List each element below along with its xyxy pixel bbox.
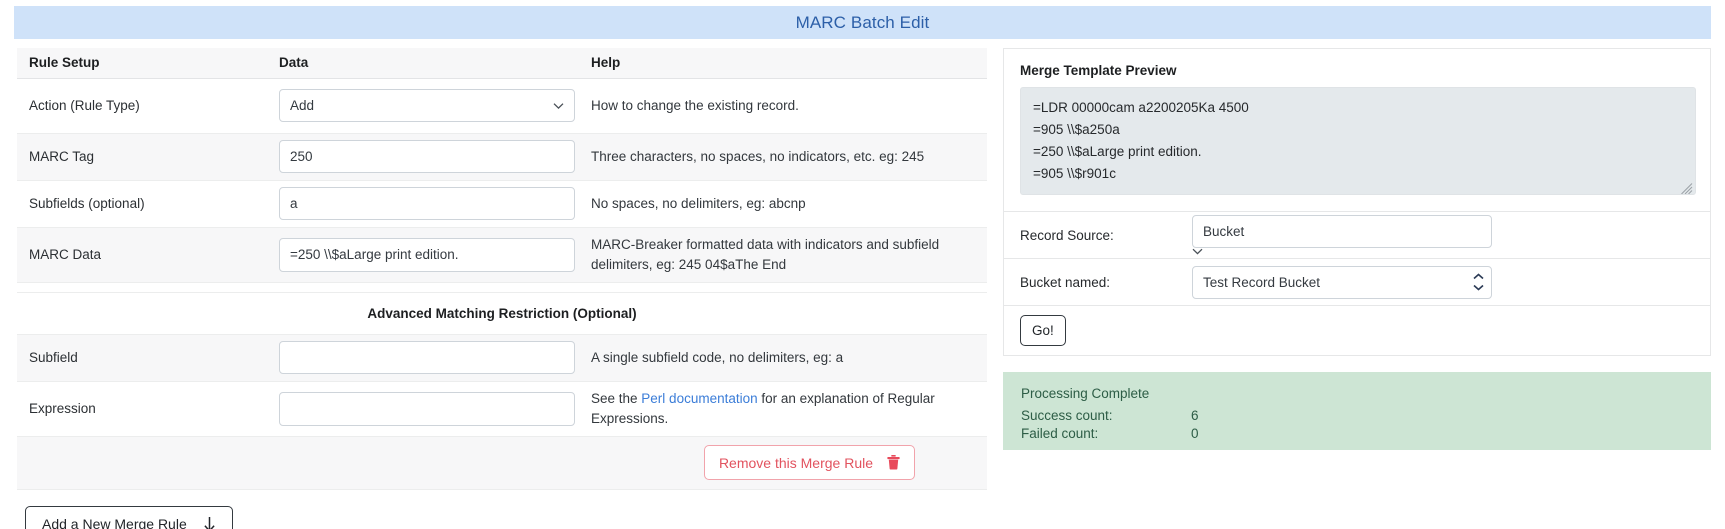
row-control-adv-expression xyxy=(267,381,587,436)
status-heading: Processing Complete xyxy=(1021,386,1150,401)
arrow-down-icon xyxy=(203,516,216,529)
bucket-named-input[interactable] xyxy=(1192,265,1492,299)
chevron-down-icon xyxy=(1473,284,1484,291)
merge-template-preview-box: Merge Template Preview =LDR 00000cam a22… xyxy=(1003,48,1711,212)
table-header: Rule Setup Data Help xyxy=(17,48,987,79)
spinner-arrows[interactable] xyxy=(1473,273,1484,291)
remove-merge-rule-button[interactable]: Remove this Merge Rule xyxy=(703,445,915,480)
table-row-adv-subfield: Subfield A single subfield code, no deli… xyxy=(17,334,987,381)
advanced-section-heading: Advanced Matching Restriction (Optional) xyxy=(367,305,637,321)
page-title: MARC Batch Edit xyxy=(795,12,930,32)
expression-help-prefix: See the xyxy=(591,391,642,407)
failed-count-label: Failed count: xyxy=(1021,426,1099,442)
row-label-subfields: Subfields (optional) xyxy=(29,196,145,211)
record-source-select[interactable]: Bucket xyxy=(1192,215,1492,248)
row-control-adv-subfield xyxy=(267,334,587,381)
column-header-rule-setup: Rule Setup xyxy=(17,48,267,79)
record-source-control: Bucket xyxy=(1192,215,1492,255)
remove-merge-rule-label: Remove this Merge Rule xyxy=(718,454,873,471)
merge-rule-table: Rule Setup Data Help Action (Rule Type) … xyxy=(17,48,987,490)
trash-icon xyxy=(887,455,900,470)
row-control-marc-data xyxy=(267,227,587,282)
row-label-adv-expression: Expression xyxy=(29,401,96,416)
table-row-subfields: Subfields (optional) No spaces, no delim… xyxy=(17,180,987,227)
bucket-named-row: Bucket named: xyxy=(1003,259,1711,306)
action-rule-type-select[interactable]: Add xyxy=(279,89,575,122)
add-rule-container: Add a New Merge Rule xyxy=(25,505,987,529)
status-failed-row: Failed count: 0 xyxy=(1021,425,1711,444)
processing-status-box: Processing Complete Success count: 6 Fai… xyxy=(1003,372,1711,450)
row-control-action: Add xyxy=(267,78,587,133)
merge-template-preview-text[interactable]: =LDR 00000cam a2200205Ka 4500 =905 \\$a2… xyxy=(1020,87,1696,195)
row-help-action: How to change the existing record. xyxy=(591,97,799,113)
table-row-action: Action (Rule Type) Add How to change the… xyxy=(17,78,987,133)
preview-panel: Merge Template Preview =LDR 00000cam a22… xyxy=(1003,48,1711,450)
preview-line-3: =250 \\$aLarge print edition. xyxy=(1033,144,1202,159)
marc-batch-edit-page: MARC Batch Edit Rule Setup Data Help Act… xyxy=(0,0,1725,529)
table-row-marc-tag: MARC Tag Three characters, no spaces, no… xyxy=(17,133,987,180)
row-label-adv-subfield: Subfield xyxy=(29,350,78,365)
go-button-row: Go! xyxy=(1003,306,1711,356)
success-count-value: 6 xyxy=(1191,407,1199,423)
subfields-input[interactable] xyxy=(279,187,575,220)
go-button[interactable]: Go! xyxy=(1020,315,1066,346)
advanced-subfield-input[interactable] xyxy=(279,341,575,374)
section-spacer xyxy=(17,282,987,293)
column-header-help: Help xyxy=(587,48,987,79)
merge-rule-panel: Rule Setup Data Help Action (Rule Type) … xyxy=(17,48,987,529)
marc-data-input[interactable] xyxy=(279,237,575,272)
remove-rule-cell: Remove this Merge Rule xyxy=(17,436,987,489)
marc-tag-input[interactable] xyxy=(279,140,575,173)
failed-count-value: 0 xyxy=(1191,426,1199,442)
preview-line-1: =LDR 00000cam a2200205Ka 4500 xyxy=(1033,100,1249,115)
row-help-marc-tag: Three characters, no spaces, no indicato… xyxy=(591,148,925,164)
row-label-marc-data: MARC Data xyxy=(29,247,102,262)
table-row-remove-rule: Remove this Merge Rule xyxy=(17,436,987,489)
chevron-down-icon xyxy=(1192,248,1492,255)
row-help-subfields: No spaces, no delimiters, eg: abcnp xyxy=(591,195,806,211)
advanced-expression-input[interactable] xyxy=(279,391,575,426)
preview-line-4: =905 \\$r901c xyxy=(1033,166,1116,181)
merge-template-preview-title: Merge Template Preview xyxy=(1020,63,1177,78)
bucket-named-label: Bucket named: xyxy=(1020,274,1111,290)
bucket-named-control xyxy=(1192,265,1492,299)
add-new-merge-rule-button[interactable]: Add a New Merge Rule xyxy=(25,505,233,529)
row-label-action: Action (Rule Type) xyxy=(29,98,140,113)
status-success-row: Success count: 6 xyxy=(1021,407,1711,426)
record-source-row: Record Source: Bucket xyxy=(1003,212,1711,259)
preview-line-2: =905 \\$a250a xyxy=(1033,122,1120,137)
table-body: Action (Rule Type) Add How to change the… xyxy=(17,78,987,489)
table-row-adv-expression: Expression See the Perl documentation fo… xyxy=(17,381,987,436)
row-label-marc-tag: MARC Tag xyxy=(29,149,95,164)
row-help-marc-data: MARC-Breaker formatted data with indicat… xyxy=(591,237,940,272)
row-control-marc-tag xyxy=(267,133,587,180)
add-new-merge-rule-label: Add a New Merge Rule xyxy=(42,516,187,529)
table-row-marc-data: MARC Data MARC-Breaker formatted data wi… xyxy=(17,227,987,282)
resize-handle-icon[interactable] xyxy=(1681,180,1693,194)
row-help-adv-subfield: A single subfield code, no delimiters, e… xyxy=(591,349,844,365)
record-source-label: Record Source: xyxy=(1020,227,1114,243)
success-count-label: Success count: xyxy=(1021,407,1113,423)
advanced-section-heading-row: Advanced Matching Restriction (Optional) xyxy=(17,292,987,334)
row-control-subfields xyxy=(267,180,587,227)
row-help-adv-expression: See the Perl documentation for an explan… xyxy=(587,381,987,436)
perl-documentation-link[interactable]: Perl documentation xyxy=(641,391,757,406)
page-header-bar: MARC Batch Edit xyxy=(14,6,1711,39)
chevron-up-icon xyxy=(1473,273,1484,280)
column-header-data: Data xyxy=(267,48,587,79)
